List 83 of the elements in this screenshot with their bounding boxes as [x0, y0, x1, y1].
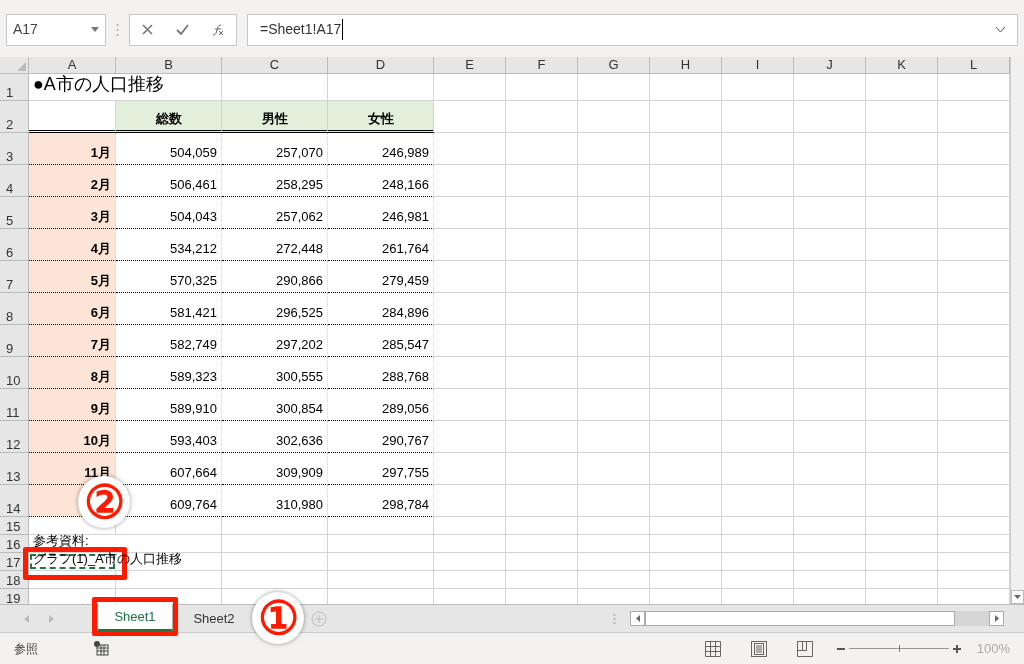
table-cell: 3月 — [29, 197, 116, 229]
column-header[interactable]: D — [328, 57, 434, 74]
table-cell: 582,749 — [116, 325, 222, 357]
table-cell: 570,325 — [116, 261, 222, 293]
column-header[interactable]: A — [29, 57, 116, 74]
table-cell: 310,980 — [222, 485, 328, 517]
table-cell: 257,062 — [222, 197, 328, 229]
column-header[interactable]: C — [222, 57, 328, 74]
table-cell: 285,547 — [328, 325, 434, 357]
column-header[interactable]: J — [794, 57, 866, 74]
table-cell: 257,070 — [222, 133, 328, 165]
row-header[interactable]: 5 — [0, 197, 29, 229]
name-box[interactable]: A17 — [6, 13, 106, 46]
table-cell: 504,059 — [116, 133, 222, 165]
column-header[interactable]: H — [650, 57, 722, 74]
table-cell: 2月 — [29, 165, 116, 197]
table-cell: 297,755 — [328, 453, 434, 485]
table-cell: 男性 — [222, 101, 328, 133]
row-header[interactable]: 14 — [0, 485, 29, 517]
row-header[interactable]: 4 — [0, 165, 29, 197]
sheet-tab[interactable]: Sheet2 — [181, 604, 247, 633]
table-cell: 10月 — [29, 421, 116, 453]
table-cell: 4月 — [29, 229, 116, 261]
sheet-tab[interactable]: Sheet1 — [97, 604, 173, 632]
table-cell: 総数 — [116, 101, 222, 133]
column-header[interactable]: E — [434, 57, 506, 74]
table-cell: 581,421 — [116, 293, 222, 325]
table-cell: 9月 — [29, 389, 116, 421]
table-cell: 272,448 — [222, 229, 328, 261]
row-header[interactable]: 18 — [0, 571, 29, 589]
row-header[interactable]: 12 — [0, 421, 29, 453]
row-header[interactable]: 3 — [0, 133, 29, 165]
table-cell: 290,767 — [328, 421, 434, 453]
table-cell: 297,202 — [222, 325, 328, 357]
column-header[interactable]: K — [866, 57, 938, 74]
table-cell: 248,166 — [328, 165, 434, 197]
table-cell: 593,403 — [116, 421, 222, 453]
table-cell: 300,555 — [222, 357, 328, 389]
table-cell: 589,910 — [116, 389, 222, 421]
table-cell: 302,636 — [222, 421, 328, 453]
table-cell: 296,525 — [222, 293, 328, 325]
row-header[interactable]: 8 — [0, 293, 29, 325]
table-cell: 参考資料: — [29, 535, 222, 553]
column-header[interactable]: I — [722, 57, 794, 74]
row-header[interactable]: 2 — [0, 101, 29, 133]
table-cell: 女性 — [328, 101, 434, 133]
table-cell: 534,212 — [116, 229, 222, 261]
table-cell: 1月 — [29, 133, 116, 165]
table-cell: 309,909 — [222, 453, 328, 485]
formula-bar[interactable]: =Sheet1!A17 — [247, 13, 1018, 46]
table-cell: 258,295 — [222, 165, 328, 197]
table-cell: 298,784 — [328, 485, 434, 517]
row-header[interactable]: 16 — [0, 535, 29, 553]
table-cell: 589,323 — [116, 357, 222, 389]
row-header[interactable]: 9 — [0, 325, 29, 357]
table-cell: 288,768 — [328, 357, 434, 389]
table-cell: 5月 — [29, 261, 116, 293]
table-cell: 506,461 — [116, 165, 222, 197]
row-header[interactable]: 10 — [0, 357, 29, 389]
row-header[interactable]: 13 — [0, 453, 29, 485]
table-cell: 290,866 — [222, 261, 328, 293]
table-cell: 246,981 — [328, 197, 434, 229]
status-mode: 参照 — [14, 640, 38, 658]
table-cell: 246,989 — [328, 133, 434, 165]
table-cell: 8月 — [29, 357, 116, 389]
table-cell: 504,043 — [116, 197, 222, 229]
column-header[interactable]: G — [578, 57, 650, 74]
row-header[interactable]: 7 — [0, 261, 29, 293]
row-header[interactable]: 19 — [0, 589, 29, 604]
column-header[interactable]: F — [506, 57, 578, 74]
table-cell: 7月 — [29, 325, 116, 357]
table-cell: 261,764 — [328, 229, 434, 261]
table-cell: 289,056 — [328, 389, 434, 421]
row-header[interactable]: 1 — [0, 74, 29, 101]
column-header[interactable]: B — [116, 57, 222, 74]
row-header[interactable]: 11 — [0, 389, 29, 421]
column-header[interactable]: L — [938, 57, 1010, 74]
table-cell: 300,854 — [222, 389, 328, 421]
table-cell: 279,459 — [328, 261, 434, 293]
table-cell: 284,896 — [328, 293, 434, 325]
table-cell: 6月 — [29, 293, 116, 325]
row-header[interactable]: 6 — [0, 229, 29, 261]
row-header[interactable]: 15 — [0, 517, 29, 535]
